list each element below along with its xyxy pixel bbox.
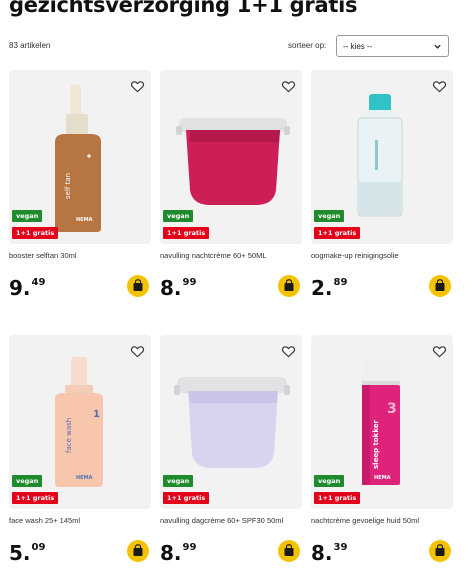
product-price: 8.39 bbox=[311, 541, 348, 565]
product-price: 9.49 bbox=[9, 276, 46, 300]
add-to-cart-button[interactable] bbox=[278, 540, 300, 562]
product-brand-text: HEMA bbox=[374, 475, 391, 481]
shopping-bag-icon bbox=[284, 544, 294, 556]
promo-badge: 1+1 gratis bbox=[314, 227, 361, 239]
shopping-bag-icon bbox=[284, 279, 294, 291]
vegan-badge: vegan bbox=[163, 210, 194, 222]
product-name[interactable]: oogmake-up reinigingsolie bbox=[311, 251, 399, 260]
promo-badge: 1+1 gratis bbox=[12, 227, 59, 239]
add-to-cart-button[interactable] bbox=[278, 275, 300, 297]
product-card[interactable]: face wash 1 HEMA vegan 1+1 gratis face w… bbox=[9, 335, 151, 573]
product-price: 8.99 bbox=[160, 276, 197, 300]
product-brand-text: HEMA bbox=[76, 475, 93, 481]
product-image[interactable]: vegan 1+1 gratis bbox=[311, 70, 453, 244]
product-image[interactable]: self tan HEMA vegan 1+1 gratis bbox=[9, 70, 151, 244]
product-name[interactable]: booster selftan 30ml bbox=[9, 251, 77, 260]
product-card[interactable]: 3 sleep tokker HEMA vegan 1+1 gratis nac… bbox=[311, 335, 453, 573]
shopping-bag-icon bbox=[133, 279, 143, 291]
product-name[interactable]: navulling nachtcrème 60+ 50ML bbox=[160, 251, 267, 260]
product-card[interactable]: vegan 1+1 gratis navulling nachtcrème 60… bbox=[160, 70, 302, 320]
product-image[interactable]: vegan 1+1 gratis bbox=[160, 335, 302, 509]
add-to-cart-button[interactable] bbox=[429, 540, 451, 562]
add-to-cart-button[interactable] bbox=[127, 540, 149, 562]
heart-icon[interactable] bbox=[130, 79, 145, 94]
vegan-badge: vegan bbox=[163, 475, 194, 487]
shopping-bag-icon bbox=[435, 544, 445, 556]
product-brand-text: HEMA bbox=[76, 217, 93, 223]
product-price: 5.09 bbox=[9, 541, 46, 565]
vegan-badge: vegan bbox=[12, 210, 43, 222]
product-name[interactable]: face wash 25+ 145ml bbox=[9, 516, 80, 525]
product-label-text: face wash bbox=[65, 418, 73, 453]
product-price: 8.99 bbox=[160, 541, 197, 565]
heart-icon[interactable] bbox=[432, 79, 447, 94]
product-image[interactable]: vegan 1+1 gratis bbox=[160, 70, 302, 244]
sort-label: sorteer op: bbox=[288, 41, 327, 50]
product-image[interactable]: face wash 1 HEMA vegan 1+1 gratis bbox=[9, 335, 151, 509]
shopping-bag-icon bbox=[435, 279, 445, 291]
product-name[interactable]: navulling dagcrème 60+ SPF30 50ml bbox=[160, 516, 283, 525]
product-image[interactable]: 3 sleep tokker HEMA vegan 1+1 gratis bbox=[311, 335, 453, 509]
product-price: 2.89 bbox=[311, 276, 348, 300]
product-card[interactable]: vegan 1+1 gratis oogmake-up reinigingsol… bbox=[311, 70, 453, 320]
heart-icon[interactable] bbox=[130, 344, 145, 359]
add-to-cart-button[interactable] bbox=[127, 275, 149, 297]
promo-badge: 1+1 gratis bbox=[163, 227, 210, 239]
heart-icon[interactable] bbox=[432, 344, 447, 359]
product-label-text: sleep tokker bbox=[372, 419, 380, 469]
article-count: 83 artikelen bbox=[9, 41, 51, 50]
vegan-badge: vegan bbox=[12, 475, 43, 487]
vegan-badge: vegan bbox=[314, 475, 345, 487]
promo-badge: 1+1 gratis bbox=[163, 492, 210, 504]
toolbar: 83 artikelen sorteer op: -- kies -- bbox=[9, 35, 449, 59]
product-name[interactable]: nachtcrème gevoelige huid 50ml bbox=[311, 516, 419, 525]
sort-select[interactable]: -- kies -- bbox=[336, 35, 449, 57]
page-title: gezichtsverzorging 1+1 gratis bbox=[9, 0, 358, 17]
vegan-badge: vegan bbox=[314, 210, 345, 222]
product-card[interactable]: vegan 1+1 gratis navulling dagcrème 60+ … bbox=[160, 335, 302, 573]
chevron-down-icon bbox=[434, 44, 441, 49]
promo-badge: 1+1 gratis bbox=[12, 492, 59, 504]
add-to-cart-button[interactable] bbox=[429, 275, 451, 297]
product-card[interactable]: self tan HEMA vegan 1+1 gratis booster s… bbox=[9, 70, 151, 320]
product-label-text: self tan bbox=[64, 173, 72, 199]
shopping-bag-icon bbox=[133, 544, 143, 556]
heart-icon[interactable] bbox=[281, 79, 296, 94]
product-number-text: 3 bbox=[387, 401, 397, 417]
heart-icon[interactable] bbox=[281, 344, 296, 359]
sort-select-value: -- kies -- bbox=[343, 42, 373, 51]
product-number-text: 1 bbox=[93, 409, 100, 420]
promo-badge: 1+1 gratis bbox=[314, 492, 361, 504]
